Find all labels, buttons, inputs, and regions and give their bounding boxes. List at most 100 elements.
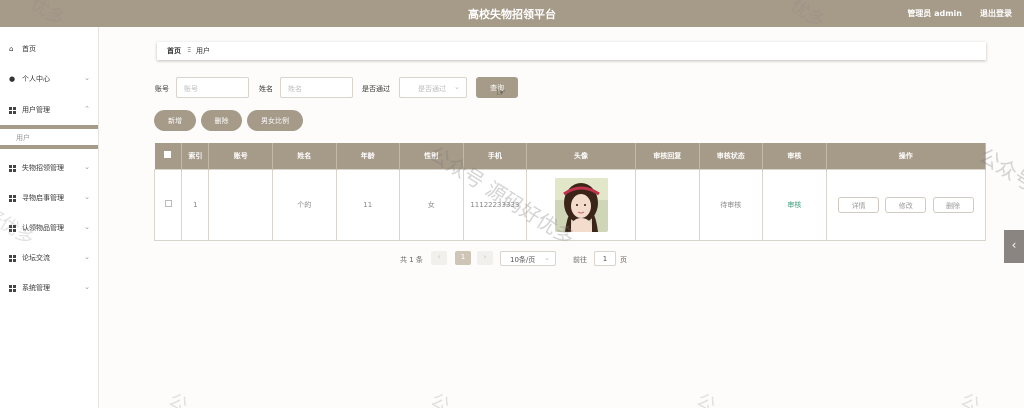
sidebar-item-label: 寻物启事管理 [22,194,64,202]
avatar-cell [526,168,636,241]
goto-page-input[interactable]: 1 [594,251,616,266]
chevron-down-icon: ⌄ [544,254,550,262]
grid-icon [9,285,16,292]
logout-link[interactable]: 退出登录 [980,8,1012,19]
operation-cell: 详情 修改 删除 [825,168,987,241]
edit-button[interactable]: 修改 [885,196,927,213]
audit-cell: 审核 [762,168,827,241]
sidebar-item-lost-notice[interactable]: 寻物启事管理 ⌄ [0,188,98,208]
breadcrumb-separator: Ξ [187,46,192,54]
next-page-button[interactable]: › [477,251,493,265]
watermark-fragment: 公 [426,389,454,408]
gender-cell: 女 [399,168,464,241]
sidebar-item-home[interactable]: ⌂ 首页 [0,39,98,59]
account-input[interactable]: 账号 [176,77,249,98]
chevron-down-icon: ⌄ [84,253,90,261]
watermark-fragment: 公 [956,389,984,408]
sidebar-subitem-label: 用户 [16,134,30,142]
row-checkbox[interactable] [164,200,172,207]
add-button[interactable]: 新增 [154,110,196,131]
chevron-up-icon: ⌃ [84,105,90,113]
column-header: 账号 [208,143,273,169]
active-bar [0,145,98,149]
pagination-total: 共 1 条 [400,256,423,264]
prev-page-button[interactable]: ‹ [431,251,447,265]
breadcrumb: 首页 Ξ 用户 [157,42,986,60]
select-all-header[interactable] [154,143,183,169]
name-label: 姓名 [259,85,273,93]
chevron-down-icon: ⌄ [84,283,90,291]
sidebar-item-users[interactable]: 用户管理 ⌃ [0,100,98,120]
account-label: 账号 [155,85,169,93]
sidebar-item-profile[interactable]: ● 个人中心 ⌄ [0,69,98,89]
index-cell: 1 [181,168,210,241]
grid-icon [9,165,16,172]
table-header-row: 索引 账号 姓名 年龄 性别 手机 头像 审核回复 审核状态 审核 操作 [154,143,987,169]
sidebar-item-forum[interactable]: 论坛交流 ⌄ [0,248,98,268]
column-header: 性别 [399,143,464,169]
chevron-left-icon: ‹ [1011,238,1017,252]
passed-select-value: 是否通过 [418,85,446,93]
sidebar-item-label: 系统管理 [22,284,50,292]
column-header: 审核回复 [635,143,700,169]
reply-cell [635,168,700,241]
top-bar: 高校失物招领平台 管理员 admin 退出登录 [0,0,1024,27]
chevron-left-icon: ‹ [437,253,441,261]
goto-label: 前往 [573,256,587,264]
select-all-checkbox[interactable] [164,151,172,159]
sidebar-item-label: 论坛交流 [22,254,50,262]
side-collapse-button[interactable]: ‹ [1004,230,1024,263]
sidebar: ⌂ 首页 ● 个人中心 ⌄ 用户管理 ⌃ 用户 失物招领管理 ⌄ 寻物启事管理 … [0,27,99,408]
user-icon: ● [9,75,16,83]
row-delete-button[interactable]: 删除 [932,196,974,213]
status-cell: 待审核 [698,168,764,241]
chevron-down-icon: ⌄ [454,83,460,91]
user-table: 索引 账号 姓名 年龄 性别 手机 头像 审核回复 审核状态 审核 操作 1 个… [153,143,987,241]
passed-label: 是否通过 [362,85,390,93]
column-header: 年龄 [336,143,401,169]
active-bar [0,125,98,129]
chevron-down-icon: ⌄ [84,163,90,171]
detail-button[interactable]: 详情 [838,196,880,213]
column-header: 头像 [526,143,636,169]
sidebar-item-system[interactable]: 系统管理 ⌄ [0,278,98,298]
sidebar-item-label: 用户管理 [22,106,50,114]
row-select-cell [153,168,183,241]
breadcrumb-current: 用户 [196,47,210,55]
sidebar-item-claims[interactable]: 认领物品管理 ⌄ [0,218,98,238]
account-cell [208,168,273,241]
sidebar-item-label: 认领物品管理 [22,224,64,232]
grid-icon [9,255,16,262]
page-size-value: 10条/页 [510,256,536,264]
avatar-image [554,177,608,232]
page-size-select[interactable]: 10条/页 ⌄ [500,251,556,266]
sidebar-item-label: 个人中心 [22,75,50,83]
column-header: 操作 [826,143,987,169]
column-header: 审核状态 [699,143,764,169]
app-title: 高校失物招领平台 [468,8,556,21]
page-number-button[interactable]: 1 [455,251,471,265]
table-row: 1 个的 11 女 11122233333 待审核 审核 详情 修改 删除 [153,168,987,241]
column-header: 姓名 [272,143,337,169]
passed-select[interactable]: 是否通过 ⌄ [399,77,467,98]
sidebar-subitem-user[interactable]: 用户 [0,125,98,149]
name-input[interactable]: 姓名 [280,77,353,98]
watermark-fragment: 公 [164,389,192,408]
breadcrumb-home[interactable]: 首页 [167,46,181,56]
chevron-down-icon: ⌄ [84,193,90,201]
sidebar-item-lost-found[interactable]: 失物招领管理 ⌄ [0,158,98,178]
chevron-right-icon: › [483,253,487,261]
home-icon: ⌂ [9,45,14,53]
chevron-down-icon: ⌄ [84,74,90,82]
avatar [554,177,608,232]
audit-link[interactable]: 审核 [787,201,801,209]
gender-ratio-button[interactable]: 男女比例 [247,110,303,131]
phone-cell: 11122233333 [462,168,528,241]
sidebar-item-label: 失物招领管理 [22,164,64,172]
grid-icon [9,107,16,114]
column-header: 手机 [463,143,528,169]
page-unit-label: 页 [620,256,627,264]
age-cell: 11 [335,168,401,241]
grid-icon [9,225,16,232]
delete-button[interactable]: 删除 [201,110,242,131]
